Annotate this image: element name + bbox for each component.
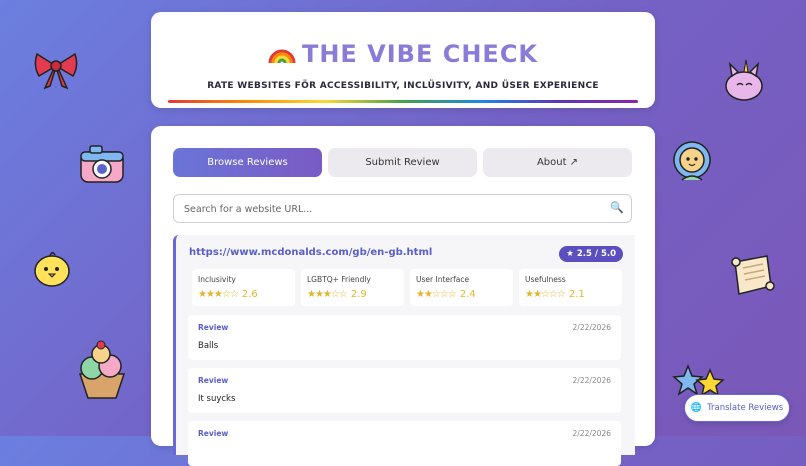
stars-icon: ★★☆☆☆ — [416, 289, 457, 300]
unicorn-cat-sticker — [725, 59, 763, 101]
translate-label: Translate Reviews — [707, 403, 784, 413]
chick-sticker — [34, 252, 70, 287]
title-text: THE VIBE CHECK — [301, 40, 539, 68]
translate-reviews-button[interactable]: 🌐 Translate Reviews — [684, 394, 790, 422]
metric-value: 2.9 — [350, 289, 367, 300]
stars-icon: ★★★☆☆ — [307, 289, 348, 300]
search-box: 🔍 — [173, 194, 632, 224]
review-card: https://www.mcdonalds.com/gb/en-gb.html … — [173, 235, 635, 466]
metric-label: LGBTQ+ Friendly — [307, 275, 371, 284]
globe-icon: 🌐 — [690, 403, 703, 413]
metric-lgbtq-friendly: LGBTQ+ Friendly ★★★☆☆ 2.9 — [301, 269, 404, 306]
header-card: THE VIBE CHECK RATE WEBSITES FÖR ACCESSI… — [151, 12, 655, 108]
comment-date: 2/22/2026 — [572, 323, 611, 332]
scroll-sticker — [731, 255, 775, 295]
metric-stars: ★★☆☆☆ 2.4 — [416, 289, 476, 300]
icecream-sticker — [78, 340, 126, 399]
review-comment: Review 2/22/2026 Balls — [188, 315, 621, 360]
comment-text: Balls — [198, 341, 219, 351]
lion-sticker — [673, 141, 711, 181]
comment-text: It suycks — [198, 394, 236, 404]
metric-usefulness: Usefulness ★★☆☆☆ 2.1 — [519, 269, 622, 306]
review-comment: Review 2/22/2026 — [188, 421, 621, 466]
comment-label: Review — [198, 323, 229, 332]
bow-sticker — [34, 52, 78, 90]
tab-submit-review[interactable]: Submit Review — [328, 148, 477, 177]
metric-stars: ★★★☆☆ 2.9 — [307, 289, 367, 300]
review-comment: Review 2/22/2026 It suycks — [188, 368, 621, 413]
metric-label: Usefulness — [525, 275, 566, 284]
comment-date: 2/22/2026 — [572, 429, 611, 438]
rating-badge: ★ 2.5 / 5.0 — [559, 246, 623, 262]
comment-label: Review — [198, 376, 229, 385]
search-icon[interactable]: 🔍 — [610, 201, 624, 214]
tab-about[interactable]: About ↗ — [483, 148, 632, 177]
metric-user-interface: User Interface ★★☆☆☆ 2.4 — [410, 269, 513, 306]
metric-value: 2.6 — [241, 289, 258, 300]
stars-icon: ★★☆☆☆ — [525, 289, 566, 300]
page-title: THE VIBE CHECK — [151, 40, 655, 71]
metric-stars: ★★☆☆☆ 2.1 — [525, 289, 585, 300]
stars-icon: ★★★☆☆ — [198, 289, 239, 300]
site-url-link[interactable]: https://www.mcdonalds.com/gb/en-gb.html — [189, 247, 432, 258]
comment-label: Review — [198, 429, 229, 438]
rainbow-icon — [268, 43, 296, 71]
metric-label: Inclusivity — [198, 275, 236, 284]
main-card: Browse Reviews Submit Review About ↗ 🔍 h… — [151, 126, 655, 466]
metric-value: 2.1 — [568, 289, 585, 300]
metric-stars: ★★★☆☆ 2.6 — [198, 289, 258, 300]
rainbow-divider — [168, 100, 638, 103]
metric-inclusivity: Inclusivity ★★★☆☆ 2.6 — [192, 269, 295, 306]
metric-value: 2.4 — [459, 289, 476, 300]
camera-sticker — [80, 145, 124, 183]
subtitle: RATE WEBSITES FÖR ACCESSIBILITY, INCLÜSI… — [207, 81, 599, 91]
comment-date: 2/22/2026 — [572, 376, 611, 385]
tab-browse-reviews[interactable]: Browse Reviews — [173, 148, 322, 177]
search-input[interactable] — [182, 195, 606, 224]
metric-label: User Interface — [416, 275, 470, 284]
